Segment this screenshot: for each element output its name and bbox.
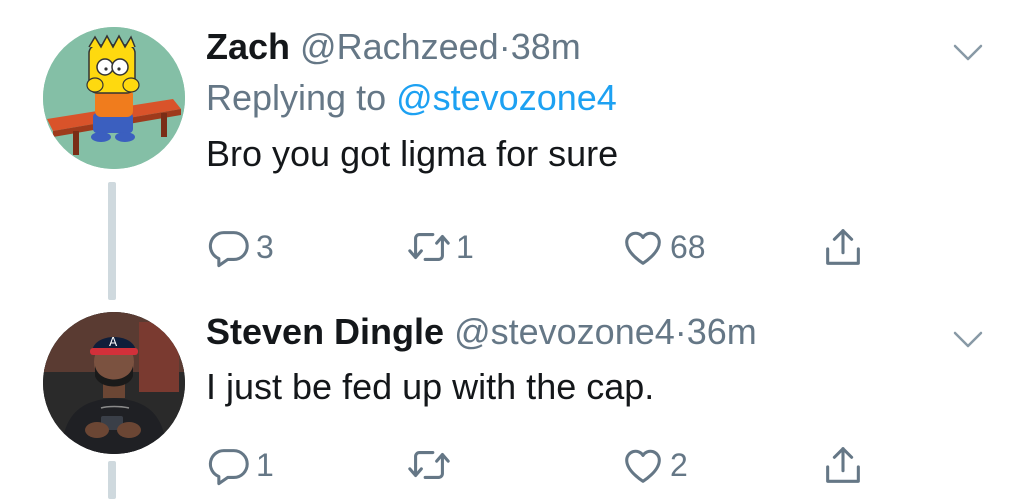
separator: ·	[674, 311, 687, 352]
reply-button[interactable]: 3	[206, 222, 274, 272]
tweet-text: I just be fed up with the cap.	[206, 366, 655, 407]
retweet-icon	[408, 451, 450, 479]
like-button[interactable]: 2	[620, 440, 688, 490]
reply-count: 1	[256, 446, 274, 483]
retweet-icon	[408, 233, 450, 261]
timestamp[interactable]: 38m	[511, 26, 581, 67]
reply-count: 3	[256, 228, 274, 265]
display-name[interactable]: Steven Dingle	[206, 311, 444, 352]
user-handle[interactable]: @stevozone4	[454, 311, 675, 352]
avatar[interactable]	[43, 27, 185, 169]
heart-icon	[625, 449, 661, 483]
retweet-button[interactable]: 1	[406, 222, 474, 272]
avatar-image	[43, 27, 185, 169]
timestamp[interactable]: 36m	[687, 311, 757, 352]
separator: ·	[498, 26, 511, 67]
like-count: 68	[670, 228, 706, 265]
tweet[interactable]: Zach @Rachzeed·38m Replying to @stevozon…	[0, 0, 1024, 300]
chevron-down-icon[interactable]	[952, 40, 984, 64]
display-name[interactable]: Zach	[206, 26, 290, 67]
thread-connector	[108, 182, 116, 300]
tweet-text: Bro you got ligma for sure	[206, 133, 619, 174]
tweet-content: Steven Dingle @stevozone4·36m I just be …	[206, 307, 964, 413]
thread-connector	[108, 461, 116, 499]
reply-icon	[208, 449, 249, 486]
replying-to-label: Replying to	[206, 77, 397, 118]
avatar-image: A	[43, 312, 185, 454]
like-count: 2	[670, 446, 688, 483]
retweet-count: 1	[456, 228, 474, 265]
tweet-actions: 1 2	[206, 440, 866, 490]
avatar[interactable]: A	[43, 312, 185, 454]
share-button[interactable]	[820, 440, 866, 490]
share-icon	[826, 447, 860, 483]
retweet-button[interactable]	[406, 440, 456, 490]
replying-to-link[interactable]: @stevozone4	[396, 77, 617, 118]
tweet-content: Zach @Rachzeed·38m Replying to @stevozon…	[206, 22, 964, 180]
tweet[interactable]: A Steven Dingle @stevozone4·36m I just b…	[0, 300, 1024, 499]
reply-button[interactable]: 1	[206, 440, 274, 490]
reply-icon	[208, 231, 249, 268]
share-button[interactable]	[820, 222, 866, 272]
like-button[interactable]: 68	[620, 222, 706, 272]
tweet-header: Zach @Rachzeed·38m	[206, 22, 964, 72]
svg-text:A: A	[109, 335, 118, 349]
heart-icon	[625, 231, 661, 265]
tweet-header: Steven Dingle @stevozone4·36m	[206, 307, 964, 357]
share-icon	[826, 229, 860, 265]
chevron-down-icon[interactable]	[952, 327, 984, 351]
user-handle[interactable]: @Rachzeed	[300, 26, 499, 67]
tweet-actions: 3 1 68	[206, 222, 866, 272]
replying-to: Replying to @stevozone4	[206, 72, 964, 124]
